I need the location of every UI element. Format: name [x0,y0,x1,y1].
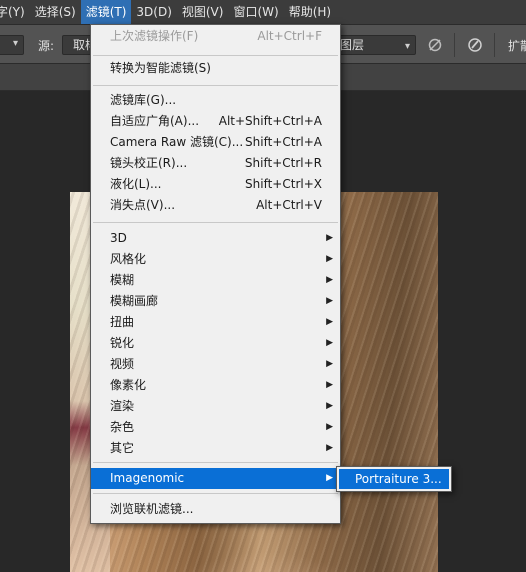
chevron-down-icon: ▾ [12,38,18,49]
menu-item-label: 液化(L)... [110,177,162,191]
source-label: 源: [38,39,55,53]
menu-item-shortcut: Shift+Ctrl+A [245,135,322,149]
sample-layer-value: 图层 [340,38,365,52]
triangle-right-icon: ▶ [326,380,333,390]
menu-separator [93,462,338,463]
menu-item-noise[interactable]: 杂色 ▶ [91,417,340,438]
triangle-right-icon: ▶ [326,401,333,411]
menu-item-pixelate[interactable]: 像素化 ▶ [91,375,340,396]
menu-item-label: 杂色 [110,420,135,434]
menu-item-stylize[interactable]: 风格化 ▶ [91,249,340,270]
menu-item-label: 上次滤镜操作(F) [110,29,199,43]
menu-item-label: 扭曲 [110,315,135,329]
pressure-icon[interactable] [466,37,484,53]
triangle-right-icon: ▶ [326,359,333,369]
menu-window[interactable]: 窗口(W) [228,0,283,24]
menu-item-label: 3D [110,231,127,245]
chevron-down-icon: ▾ [404,41,410,52]
menu-select[interactable]: 选择(S) [30,0,81,24]
menu-3d[interactable]: 3D(D) [131,0,176,24]
menu-item-label: 浏览联机滤镜... [110,502,194,516]
menu-item-label: 自适应广角(A)... [110,114,200,128]
menu-separator [93,85,338,86]
menu-item-sharpen[interactable]: 锐化 ▶ [91,333,340,354]
menu-separator [93,222,338,223]
triangle-right-icon: ▶ [326,233,333,243]
menu-help[interactable]: 帮助(H) [284,0,336,24]
menu-item-label: 风格化 [110,252,147,266]
filter-menu: 上次滤镜操作(F) Alt+Ctrl+F 转换为智能滤镜(S) 滤镜库(G)..… [90,24,341,524]
menu-filter[interactable]: 滤镜(T) [80,0,132,24]
triangle-right-icon: ▶ [326,296,333,306]
menu-item-camera-raw[interactable]: Camera Raw 滤镜(C)... Shift+Ctrl+A [91,132,340,153]
menu-item-last-filter[interactable]: 上次滤镜操作(F) Alt+Ctrl+F [91,26,340,47]
menu-item-label: 消失点(V)... [110,198,176,212]
menu-item-label: Camera Raw 滤镜(C)... [110,135,244,149]
triangle-right-icon: ▶ [326,443,333,453]
menu-item-other[interactable]: 其它 ▶ [91,438,340,459]
menu-item-distort[interactable]: 扭曲 ▶ [91,312,340,333]
menu-type[interactable]: 字(Y) [0,0,30,24]
menu-bar: 字(Y) 选择(S) 滤镜(T) 3D(D) 视图(V) 窗口(W) 帮助(H) [0,0,526,24]
menu-item-label: 锐化 [110,336,135,350]
menu-item-portraiture[interactable]: Portraiture 3... [339,469,449,489]
sample-layer-select[interactable]: 图层 ▾ [336,35,416,55]
menu-item-label: Imagenomic [110,471,185,485]
menu-item-vanishing-point[interactable]: 消失点(V)... Alt+Ctrl+V [91,195,340,216]
menu-separator [93,493,338,494]
menu-item-liquify[interactable]: 液化(L)... Shift+Ctrl+X [91,174,340,195]
menu-item-adaptive-wide-angle[interactable]: 自适应广角(A)... Alt+Shift+Ctrl+A [91,111,340,132]
options-divider [454,33,455,57]
menu-item-label: 模糊 [110,273,135,287]
menu-item-3d[interactable]: 3D ▶ [91,228,340,249]
ignore-adjustment-layers-icon[interactable] [426,37,444,53]
menu-separator [93,55,338,56]
menu-item-video[interactable]: 视频 ▶ [91,354,340,375]
menu-item-render[interactable]: 渲染 ▶ [91,396,340,417]
diffusion-label: 扩散 [508,39,526,53]
tool-preset-dropdown[interactable]: ▾ [0,35,24,55]
menu-item-shortcut: Shift+Ctrl+X [245,177,322,191]
menu-view[interactable]: 视图(V) [177,0,229,24]
menu-item-label: 像素化 [110,378,147,392]
triangle-right-icon: ▶ [326,473,333,483]
triangle-right-icon: ▶ [326,317,333,327]
imagenomic-submenu: Portraiture 3... [336,466,452,492]
menu-item-filter-gallery[interactable]: 滤镜库(G)... [91,90,340,111]
menu-item-convert-smart-filter[interactable]: 转换为智能滤镜(S) [91,58,340,79]
menu-item-label: 模糊画廊 [110,294,159,308]
menu-item-imagenomic[interactable]: Imagenomic ▶ [91,468,340,489]
menu-item-label: 镜头校正(R)... [110,156,188,170]
menu-item-shortcut: Alt+Shift+Ctrl+A [218,114,322,128]
triangle-right-icon: ▶ [326,338,333,348]
triangle-right-icon: ▶ [326,275,333,285]
menu-item-shortcut: Shift+Ctrl+R [244,156,322,170]
menu-item-label: 视频 [110,357,135,371]
menu-item-browse-online-filters[interactable]: 浏览联机滤镜... [91,499,340,520]
triangle-right-icon: ▶ [326,254,333,264]
menu-item-label: 渲染 [110,399,135,413]
menu-item-shortcut: Alt+Ctrl+F [257,29,322,43]
triangle-right-icon: ▶ [326,422,333,432]
menu-item-lens-correction[interactable]: 镜头校正(R)... Shift+Ctrl+R [91,153,340,174]
menu-item-label: 滤镜库(G)... [110,93,177,107]
menu-item-label: 其它 [110,441,135,455]
menu-item-label: 转换为智能滤镜(S) [110,61,211,75]
menu-item-shortcut: Alt+Ctrl+V [256,198,322,212]
menu-item-blur[interactable]: 模糊 ▶ [91,270,340,291]
menu-item-blur-gallery[interactable]: 模糊画廊 ▶ [91,291,340,312]
options-divider [494,33,495,57]
